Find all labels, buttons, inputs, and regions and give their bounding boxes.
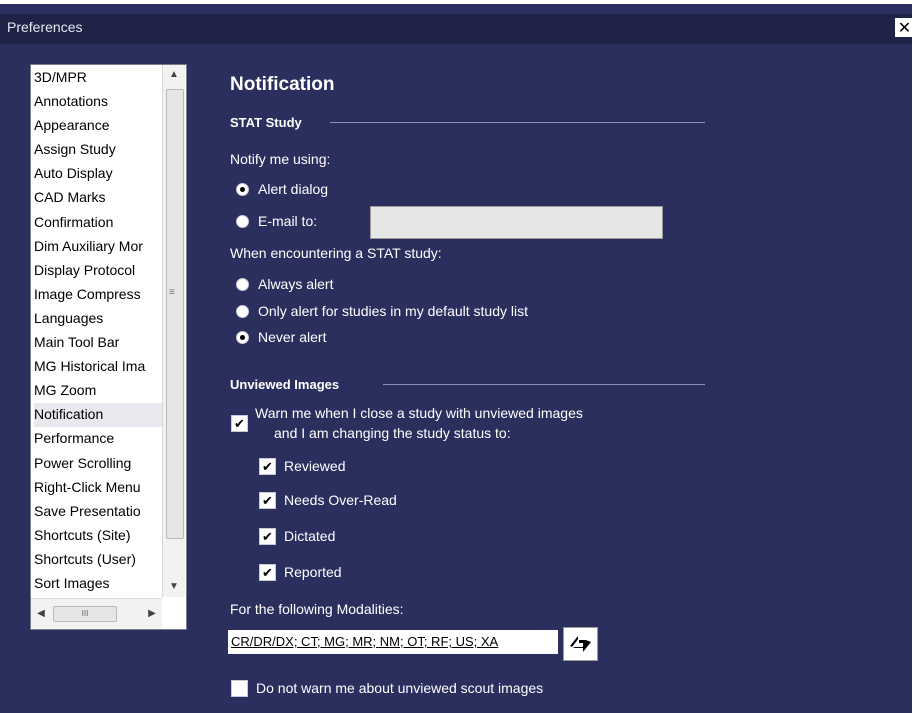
radio-never-alert[interactable] bbox=[236, 331, 249, 344]
warn-label-line1: Warn me when I close a study with unview… bbox=[255, 405, 583, 421]
title-bar: Preferences ✕ bbox=[0, 0, 914, 44]
modalities-field[interactable]: CR/DR/DX; CT; MG; MR; NM; OT; RF; US; XA bbox=[228, 630, 558, 654]
list-item[interactable]: Sort Images bbox=[34, 572, 162, 596]
list-item[interactable]: Performance bbox=[34, 427, 162, 451]
list-item[interactable]: Languages bbox=[34, 307, 162, 331]
scout-checkbox[interactable] bbox=[231, 680, 248, 697]
category-list-items: 3D/MPR Annotations Appearance Assign Study A… bbox=[34, 66, 162, 596]
encounter-label: When encountering a STAT study: bbox=[230, 245, 442, 261]
list-item[interactable]: MG Zoom bbox=[34, 379, 162, 403]
modalities-picker-button[interactable] bbox=[563, 627, 598, 661]
list-item[interactable]: Confirmation bbox=[34, 211, 162, 235]
list-item[interactable]: Main Tool Bar bbox=[34, 331, 162, 355]
email-field[interactable] bbox=[370, 206, 663, 239]
vertical-scrollbar[interactable]: ▲ ≡ ▼ bbox=[162, 65, 185, 597]
radio-only-default-list[interactable] bbox=[236, 305, 249, 318]
radio-alert-dialog[interactable] bbox=[236, 183, 249, 196]
horizontal-scroll-thumb[interactable]: III bbox=[53, 606, 117, 622]
page-title: Notification bbox=[230, 74, 335, 95]
list-item[interactable]: Shortcuts (Site) bbox=[34, 524, 162, 548]
list-item[interactable]: Shortcuts (User) bbox=[34, 548, 162, 572]
horizontal-scrollbar[interactable]: ◀ III ▶ bbox=[31, 598, 162, 629]
warn-label-line2: and I am changing the study status to: bbox=[274, 425, 511, 441]
radio-email[interactable] bbox=[236, 215, 249, 228]
status-checkbox-needs-over-read[interactable]: ✔ bbox=[259, 492, 276, 509]
list-item[interactable]: 3D/MPR bbox=[34, 66, 162, 90]
list-item[interactable]: Save Presentatio bbox=[34, 500, 162, 524]
list-item[interactable]: Assign Study bbox=[34, 138, 162, 162]
list-item[interactable]: Right-Click Menu bbox=[34, 476, 162, 500]
alert-dialog-label: Alert dialog bbox=[258, 181, 329, 197]
warn-unviewed-checkbox[interactable]: ✔ bbox=[231, 415, 248, 432]
list-item[interactable]: Annotations bbox=[34, 90, 162, 114]
title-bar-top-border bbox=[0, 0, 914, 4]
radio-always-alert[interactable] bbox=[236, 278, 249, 291]
only-default-label: Only alert for studies in my default stu… bbox=[258, 303, 528, 319]
scroll-down-arrow-icon[interactable]: ▼ bbox=[163, 577, 185, 597]
list-item[interactable]: Image Compress bbox=[34, 283, 162, 307]
scroll-up-arrow-icon[interactable]: ▲ bbox=[163, 65, 185, 85]
status-checkbox-dictated[interactable]: ✔ bbox=[259, 528, 276, 545]
email-label: E-mail to: bbox=[258, 213, 318, 229]
list-item[interactable]: Appearance bbox=[34, 114, 162, 138]
status-label-dictated: Dictated bbox=[284, 528, 336, 544]
scout-label: Do not warn me about unviewed scout imag… bbox=[256, 680, 544, 696]
status-checkbox-reported[interactable]: ✔ bbox=[259, 564, 276, 581]
section-divider bbox=[383, 384, 705, 385]
notify-label: Notify me using: bbox=[230, 151, 331, 167]
list-item[interactable]: Power Scrolling bbox=[34, 452, 162, 476]
section-title-stat-study: STAT Study bbox=[230, 115, 302, 130]
scroll-right-arrow-icon[interactable]: ▶ bbox=[144, 599, 160, 629]
title-bar-band bbox=[0, 14, 914, 44]
window-title: Preferences bbox=[7, 19, 83, 35]
list-item[interactable]: CAD Marks bbox=[34, 186, 162, 210]
section-divider bbox=[330, 122, 705, 123]
list-item[interactable]: Notification bbox=[34, 403, 162, 428]
scroll-left-arrow-icon[interactable]: ◀ bbox=[33, 599, 49, 629]
category-list[interactable]: 3D/MPR Annotations Appearance Assign Study A… bbox=[30, 64, 187, 630]
always-alert-label: Always alert bbox=[258, 276, 334, 292]
list-item[interactable]: Display Protocol bbox=[34, 259, 162, 283]
close-icon: ✕ bbox=[897, 18, 912, 37]
status-checkbox-reviewed[interactable]: ✔ bbox=[259, 458, 276, 475]
scroll-grip-icon: ≡ bbox=[169, 287, 175, 298]
modalities-label: For the following Modalities: bbox=[230, 601, 404, 617]
double-arrow-icon bbox=[570, 636, 591, 652]
status-label-reviewed: Reviewed bbox=[284, 458, 346, 474]
section-title-unviewed-images: Unviewed Images bbox=[230, 377, 340, 392]
list-item[interactable]: Dim Auxiliary Mor bbox=[34, 235, 162, 259]
status-label-reported: Reported bbox=[284, 564, 342, 580]
never-alert-label: Never alert bbox=[258, 329, 327, 345]
list-item[interactable]: MG Historical Ima bbox=[34, 355, 162, 379]
vertical-scroll-thumb[interactable] bbox=[166, 89, 184, 539]
status-label-needs-over-read: Needs Over-Read bbox=[284, 492, 397, 508]
list-item[interactable]: Auto Display bbox=[34, 162, 162, 186]
